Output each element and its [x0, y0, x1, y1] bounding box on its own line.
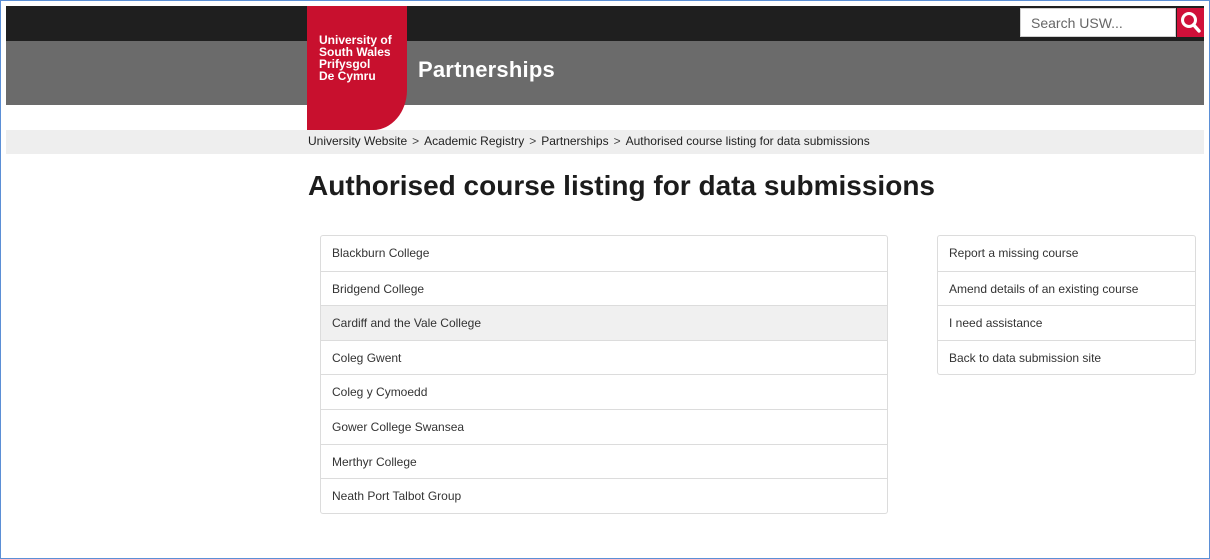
list-item: Bridgend College	[321, 270, 887, 306]
college-link-neath-port-talbot[interactable]: Neath Port Talbot Group	[321, 479, 887, 513]
college-link-gower[interactable]: Gower College Swansea	[321, 410, 887, 444]
search-icon	[1181, 12, 1201, 33]
college-link-cardiff-vale[interactable]: Cardiff and the Vale College	[321, 306, 887, 340]
list-item: Merthyr College	[321, 443, 887, 479]
breadcrumb-separator: >	[412, 134, 420, 148]
list-item: Neath Port Talbot Group	[321, 478, 887, 513]
site-title: Partnerships	[418, 57, 555, 82]
list-item: Back to data submission site	[938, 339, 1195, 375]
sidebar-menu: Report a missing course Amend details of…	[937, 235, 1196, 376]
header-bar	[6, 41, 1204, 105]
list-item: Blackburn College	[321, 236, 887, 271]
list-item: Amend details of an existing course	[938, 270, 1195, 306]
report-missing-course-link[interactable]: Report a missing course	[938, 236, 1195, 271]
search-button[interactable]	[1177, 8, 1204, 37]
logo-line: De Cymru	[319, 69, 376, 83]
breadcrumb-current: Authorised course listing for data submi…	[625, 134, 870, 148]
breadcrumb-link-academic-registry[interactable]: Academic Registry	[424, 134, 524, 148]
page-title: Authorised course listing for data submi…	[308, 170, 935, 201]
breadcrumb: University Website > Academic Registry > Par…	[308, 134, 870, 148]
breadcrumb-link-university-website[interactable]: University Website	[308, 134, 407, 148]
usw-logo[interactable]: University of South Wales Prifysgol De C…	[307, 6, 407, 130]
breadcrumb-link-partnerships[interactable]: Partnerships	[541, 134, 608, 148]
list-item: Coleg y Cymoedd	[321, 374, 887, 409]
need-assistance-link[interactable]: I need assistance	[938, 306, 1195, 340]
college-link-coleg-gwent[interactable]: Coleg Gwent	[321, 341, 887, 375]
amend-course-details-link[interactable]: Amend details of an existing course	[938, 272, 1195, 306]
college-list: Blackburn College Bridgend College Cardi…	[320, 235, 888, 514]
list-item: Coleg Gwent	[321, 339, 887, 375]
college-link-bridgend[interactable]: Bridgend College	[321, 272, 887, 306]
college-link-coleg-y-cymoedd[interactable]: Coleg y Cymoedd	[321, 375, 887, 409]
search-input[interactable]	[1020, 8, 1176, 37]
breadcrumb-separator: >	[529, 134, 537, 148]
breadcrumb-separator: >	[613, 134, 621, 148]
list-item: I need assistance	[938, 305, 1195, 340]
list-item: Report a missing course	[938, 236, 1195, 271]
list-item: Gower College Swansea	[321, 408, 887, 444]
college-link-blackburn[interactable]: Blackburn College	[321, 236, 887, 271]
college-link-merthyr[interactable]: Merthyr College	[321, 445, 887, 479]
list-item: Cardiff and the Vale College	[321, 305, 887, 340]
back-to-submission-site-link[interactable]: Back to data submission site	[938, 341, 1195, 375]
